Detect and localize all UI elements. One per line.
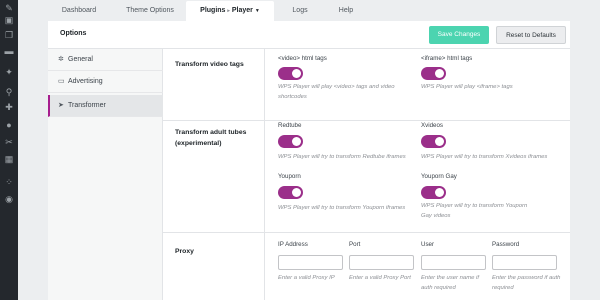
xvideos-label: Xvideos (421, 122, 444, 129)
xvideos-desc: WPS Player will try to transform Xvideos… (421, 154, 548, 160)
user-label: User (421, 241, 435, 248)
youporn-gay-label: Youporn Gay (421, 173, 457, 180)
save-changes-button[interactable]: Save Changes (429, 26, 489, 44)
tab-bar: Dashboard Theme Options Plugins ▸ Player… (48, 1, 588, 21)
section-label-video-tags: Transform video tags (175, 61, 244, 68)
advertising-icon: ▭ (58, 78, 65, 85)
rocket-icon: ➤ (58, 102, 64, 109)
tab-dashboard[interactable]: Dashboard (48, 1, 110, 21)
redtube-desc: WPS Player will try to transform Redtube… (278, 154, 406, 160)
page-title: Options (60, 30, 87, 37)
section-label-proxy: Proxy (175, 248, 194, 255)
plugins-icon[interactable]: ⚲ (3, 86, 15, 98)
iframe-tags-label: <iframe> html tags (421, 55, 473, 62)
tab-theme-options[interactable]: Theme Options (114, 1, 186, 21)
media-icon[interactable]: ▣ (3, 14, 15, 26)
plugins-2-icon[interactable]: ✚ (3, 101, 15, 113)
users-icon[interactable]: ● (3, 119, 15, 131)
nav-item-label: General (68, 56, 93, 63)
tab-player-label: Player (231, 7, 253, 14)
options-panel: Options Save Changes Reset to Defaults ✲… (48, 21, 570, 300)
ip-address-desc: Enter a valid Proxy IP (278, 275, 335, 281)
extra-icon[interactable]: ⁘ (3, 176, 15, 188)
user-desc: Enter the user name if auth required (421, 275, 479, 291)
collapse-icon[interactable]: ◉ (3, 193, 15, 205)
options-nav: ✲ General ▭ Advertising ➤ Transformer (48, 49, 163, 300)
toggle-knob (435, 69, 444, 78)
password-label: Password (492, 241, 520, 248)
section-divider (163, 120, 570, 121)
password-input[interactable] (492, 255, 557, 270)
tab-plugins-player[interactable]: Plugins ▸ Player ▼ (186, 1, 274, 21)
settings-icon[interactable]: ▦ (3, 153, 15, 165)
ip-address-label: IP Address (278, 241, 308, 248)
admin-sidebar: ✎ ▣ ❐ ▬ ✦ ⚲ ✚ ● ✂ ▦ ⁘ ◉ (0, 0, 18, 300)
toggle-knob (435, 188, 444, 197)
section-divider (163, 232, 570, 233)
panel-header: Options Save Changes Reset to Defaults (48, 21, 570, 49)
iframe-tags-toggle[interactable] (421, 67, 446, 80)
page-scrollbar[interactable] (594, 0, 600, 300)
comments-icon[interactable]: ▬ (3, 45, 15, 57)
toggle-knob (435, 137, 444, 146)
youporn-toggle[interactable] (278, 186, 303, 199)
user-input[interactable] (421, 255, 486, 270)
tools-icon[interactable]: ✂ (3, 136, 15, 148)
youporn-gay-desc: WPS Player will try to transform Youporn… (421, 203, 528, 219)
nav-item-transformer[interactable]: ➤ Transformer (48, 95, 163, 117)
appearance-icon[interactable]: ✦ (3, 66, 15, 78)
video-tags-toggle[interactable] (278, 67, 303, 80)
tab-help[interactable]: Help (326, 1, 366, 21)
ip-address-input[interactable] (278, 255, 343, 270)
toggle-knob (292, 69, 301, 78)
video-tags-label: <video> html tags (278, 55, 327, 62)
xvideos-toggle[interactable] (421, 135, 446, 148)
video-tags-desc: WPS Player will play <video> tags and vi… (278, 84, 395, 100)
gear-icon: ✲ (58, 56, 64, 63)
port-desc: Enter a valid Proxy Port (349, 275, 411, 281)
nav-item-label: Transformer (68, 102, 106, 109)
nav-item-advertising[interactable]: ▭ Advertising (48, 71, 163, 93)
chevron-right-icon: ▸ (227, 8, 230, 14)
section-label-adult-tubes: Transform adult tubes (experimental) (175, 129, 247, 147)
redtube-toggle[interactable] (278, 135, 303, 148)
iframe-tags-desc: WPS Player will play <iframe> tags (421, 84, 513, 90)
nav-item-label: Advertising (68, 78, 103, 85)
youporn-gay-toggle[interactable] (421, 186, 446, 199)
reset-defaults-button[interactable]: Reset to Defaults (496, 26, 566, 44)
nav-item-general[interactable]: ✲ General (48, 49, 163, 71)
youporn-label: Youporn (278, 173, 301, 180)
pin-icon[interactable]: ✎ (3, 2, 15, 14)
tab-plugins-label: Plugins (200, 7, 226, 14)
password-desc: Enter the password if auth required (492, 275, 561, 291)
port-input[interactable] (349, 255, 414, 270)
column-divider (264, 49, 265, 300)
chevron-down-icon: ▼ (254, 8, 260, 14)
tab-logs[interactable]: Logs (280, 1, 320, 21)
toggle-knob (292, 137, 301, 146)
youporn-desc: WPS Player will try to transform Youporn… (278, 205, 406, 211)
pages-icon[interactable]: ❐ (3, 29, 15, 41)
toggle-knob (292, 188, 301, 197)
port-label: Port (349, 241, 361, 248)
redtube-label: Redtube (278, 122, 302, 129)
